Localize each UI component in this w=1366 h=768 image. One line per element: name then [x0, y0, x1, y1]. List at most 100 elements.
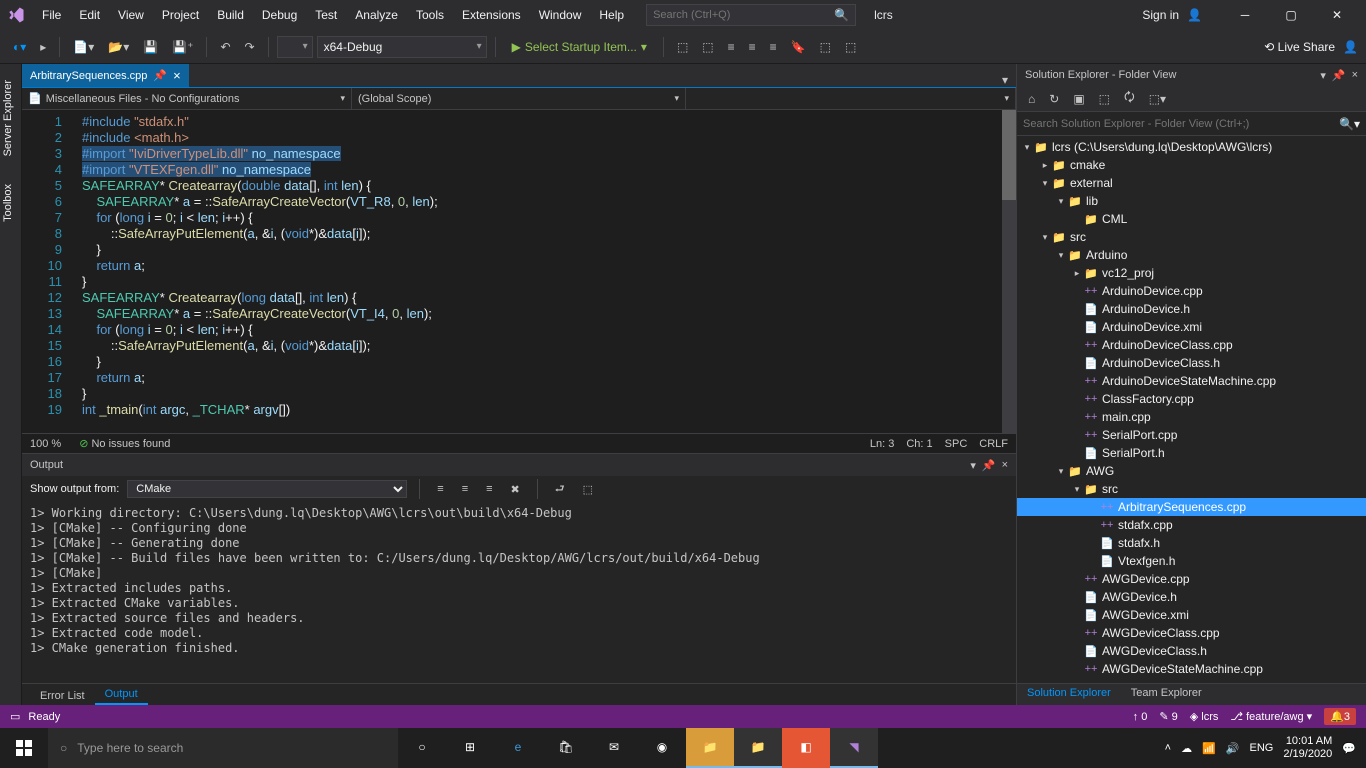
context-project-dropdown[interactable]: 📄 Miscellaneous Files - No Configuration…	[22, 88, 352, 109]
tree-item[interactable]: 📄stdafx.h	[1017, 534, 1366, 552]
target-dropdown[interactable]	[277, 36, 313, 58]
tree-item[interactable]: 📄ArduinoDevice.h	[1017, 300, 1366, 318]
tree-item[interactable]: ++ArbitrarySequences.cpp	[1017, 498, 1366, 516]
quick-search-input[interactable]	[653, 9, 834, 21]
output-tool-2[interactable]: ≡	[457, 480, 473, 498]
output-tab[interactable]: Output	[95, 685, 148, 705]
start-debug-button[interactable]: ▶ Select Startup Item... ▾	[504, 38, 655, 56]
clock[interactable]: 10:01 AM2/19/2020	[1283, 735, 1332, 761]
tb-icon-2[interactable]: ⬚	[697, 37, 718, 57]
solution-search-input[interactable]	[1023, 118, 1339, 130]
tree-item[interactable]: ▾📁src	[1017, 480, 1366, 498]
menu-extensions[interactable]: Extensions	[454, 4, 529, 26]
maximize-button[interactable]: ▢	[1268, 0, 1314, 30]
tree-item[interactable]: ++main.cpp	[1017, 408, 1366, 426]
collapse-icon[interactable]: ▣	[1068, 89, 1089, 109]
tb-icon-1[interactable]: ⬚	[672, 37, 693, 57]
taskbar-search[interactable]: ○ Type here to search	[48, 728, 398, 768]
tb-icon-4[interactable]: ≡	[744, 37, 761, 57]
menu-edit[interactable]: Edit	[71, 4, 108, 26]
nav-fwd-button[interactable]: ▸	[35, 37, 51, 57]
tree-item[interactable]: 📄AWGDevice.h	[1017, 588, 1366, 606]
open-button[interactable]: 📂▾	[103, 37, 134, 57]
tree-item[interactable]: 📄ArduinoDeviceClass.h	[1017, 354, 1366, 372]
search-icon[interactable]: 🔍▾	[1339, 117, 1360, 131]
show-all-icon[interactable]: ⬚	[1094, 89, 1115, 109]
close-tab-icon[interactable]: ×	[173, 68, 181, 83]
user-icon[interactable]: 👤	[1187, 8, 1202, 22]
save-button[interactable]: 💾	[138, 37, 163, 57]
minimize-button[interactable]: ─	[1222, 0, 1268, 30]
output-source-dropdown[interactable]: CMake	[127, 480, 407, 498]
store-icon[interactable]: 🛍	[542, 728, 590, 768]
tree-item[interactable]: ▾📁src	[1017, 228, 1366, 246]
notifications-icon[interactable]: 💬	[1342, 742, 1356, 755]
tree-item[interactable]: 📁CML	[1017, 210, 1366, 228]
tb-icon-5[interactable]: ≡	[765, 37, 782, 57]
tree-item[interactable]: ▾📁external	[1017, 174, 1366, 192]
errorlist-tab[interactable]: Error List	[30, 687, 95, 705]
zoom-level[interactable]: 100 %	[30, 438, 61, 450]
tree-item[interactable]: 📄ArduinoDevice.xmi	[1017, 318, 1366, 336]
output-tool-3[interactable]: ≡	[481, 480, 497, 498]
pin-panel-icon[interactable]: 📌	[982, 459, 996, 472]
team-explorer-tab[interactable]: Team Explorer	[1121, 684, 1212, 705]
folder-task-icon[interactable]: 📁	[734, 728, 782, 768]
new-item-button[interactable]: 📄▾	[68, 37, 99, 57]
tree-item[interactable]: ++ArduinoDeviceStateMachine.cpp	[1017, 372, 1366, 390]
nav-back-button[interactable]: ◐▾	[8, 37, 31, 57]
menu-tools[interactable]: Tools	[408, 4, 452, 26]
file-tab-active[interactable]: ArbitrarySequences.cpp 📌 ×	[22, 64, 189, 87]
tree-root[interactable]: ▾📁lcrs (C:\Users\dung.lq\Desktop\AWG\lcr…	[1017, 138, 1366, 156]
menu-window[interactable]: Window	[531, 4, 590, 26]
save-all-button[interactable]: 💾⁺	[167, 37, 198, 57]
tree-item[interactable]: ++ClassFactory.cpp	[1017, 390, 1366, 408]
undo-button[interactable]: ↶	[215, 37, 235, 57]
menu-help[interactable]: Help	[591, 4, 632, 26]
tree-item[interactable]: ++SerialPort.cpp	[1017, 426, 1366, 444]
wifi-icon[interactable]: 📶	[1202, 742, 1216, 755]
tab-overflow-icon[interactable]: ▾	[994, 73, 1016, 87]
server-explorer-tab[interactable]: Server Explorer	[0, 72, 21, 164]
branch-indicator[interactable]: ⎇ feature/awg ▾	[1230, 710, 1312, 723]
sync-icon[interactable]: ↻	[1044, 89, 1064, 109]
menu-debug[interactable]: Debug	[254, 4, 305, 26]
cortana-icon[interactable]: ○	[398, 728, 446, 768]
tree-item[interactable]: 📄AWGDeviceClass.h	[1017, 642, 1366, 660]
tree-item[interactable]: ▾📁Arduino	[1017, 246, 1366, 264]
mail-icon[interactable]: ✉	[590, 728, 638, 768]
explorer-task-icon[interactable]: 📁	[686, 728, 734, 768]
lang-indicator[interactable]: ENG	[1250, 742, 1274, 754]
context-scope-dropdown[interactable]: (Global Scope)	[352, 88, 686, 109]
output-text[interactable]: 1> Working directory: C:\Users\dung.lq\D…	[22, 502, 1016, 683]
output-wrap-icon[interactable]: ⮐	[550, 477, 570, 502]
edge-icon[interactable]: e	[494, 728, 542, 768]
menu-file[interactable]: File	[34, 4, 69, 26]
changes-indicator[interactable]: ✎ 9	[1159, 710, 1177, 723]
solution-tree[interactable]: ▾📁lcrs (C:\Users\dung.lq\Desktop\AWG\lcr…	[1017, 136, 1366, 683]
cloud-icon[interactable]: ☁	[1181, 742, 1192, 755]
panel-pin-icon[interactable]: 📌	[1332, 69, 1346, 82]
output-tool-1[interactable]: ≡	[432, 480, 448, 498]
panel-close-icon[interactable]: ×	[1352, 69, 1358, 82]
tree-item[interactable]: ▸📁vc12_proj	[1017, 264, 1366, 282]
liveshare-button[interactable]: ⟲ Live Share	[1264, 40, 1335, 54]
start-button[interactable]	[0, 728, 48, 768]
pin-icon[interactable]: 📌	[153, 69, 167, 82]
menu-project[interactable]: Project	[154, 4, 207, 26]
signin-link[interactable]: Sign in	[1142, 8, 1179, 22]
menu-test[interactable]: Test	[307, 4, 345, 26]
notifications-indicator[interactable]: 🔔3	[1324, 708, 1356, 725]
dropdown-icon[interactable]: ▾	[970, 459, 976, 472]
tree-item[interactable]: ▸📁cmake	[1017, 156, 1366, 174]
tb-icon-7[interactable]: ⬚	[840, 37, 861, 57]
tree-item[interactable]: ++AWGDeviceClass.cpp	[1017, 624, 1366, 642]
tree-item[interactable]: 📄Vtexfgen.h	[1017, 552, 1366, 570]
context-member-dropdown[interactable]	[686, 88, 1016, 109]
bookmark-icon[interactable]: 🔖	[786, 37, 811, 57]
app-task-icon[interactable]: ◧	[782, 728, 830, 768]
code-editor[interactable]: 12345678910111213141516171819 #include "…	[22, 110, 1016, 433]
solution-explorer-tab[interactable]: Solution Explorer	[1017, 684, 1121, 705]
tree-item[interactable]: 📄SerialPort.h	[1017, 444, 1366, 462]
publish-indicator[interactable]: ↑ 0	[1133, 711, 1148, 723]
